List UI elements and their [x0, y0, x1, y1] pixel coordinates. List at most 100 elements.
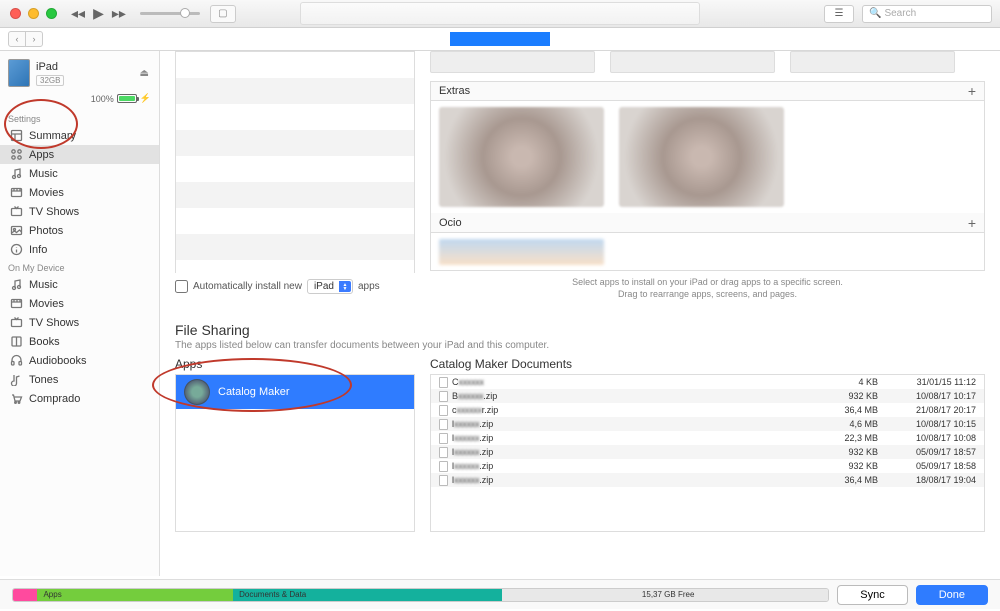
list-item[interactable] [176, 234, 414, 260]
sharing-app-item[interactable]: Catalog Maker [176, 375, 414, 409]
extras-thumb[interactable] [619, 107, 784, 207]
doc-filename: Bxxxxxx.zip [452, 391, 497, 401]
sidebar-item-music[interactable]: Music [0, 275, 159, 294]
rewind-icon[interactable]: ◂◂ [71, 5, 85, 22]
summary-icon [10, 129, 23, 142]
sidebar-item-photos[interactable]: Photos [0, 221, 159, 240]
device-name: iPad [36, 61, 64, 73]
sidebar-item-tones[interactable]: Tones [0, 370, 159, 389]
nav-forward-button[interactable]: › [25, 31, 43, 47]
books-icon [10, 335, 23, 348]
eject-icon[interactable]: ⏏ [140, 68, 149, 79]
doc-date: 10/08/17 10:15 [888, 419, 976, 429]
file-sharing-title: File Sharing [175, 322, 985, 338]
list-item[interactable] [176, 156, 414, 182]
home-screens-pane: Extras + Ocio + Select apps to install o… [430, 51, 985, 306]
extras-body [430, 101, 985, 213]
apps-striped-pane: Automatically install new iPad ▲▼ apps [175, 51, 415, 306]
documents-list: Cxxxxxx4 KB31/01/15 11:12Bxxxxxx.zip932 … [430, 374, 985, 532]
sidebar-item-tv-shows[interactable]: TV Shows [0, 202, 159, 221]
sidebar-item-audiobooks[interactable]: Audiobooks [0, 351, 159, 370]
list-item[interactable] [176, 260, 414, 274]
sharing-apps-list: Catalog Maker [175, 374, 415, 532]
main-content: Automatically install new iPad ▲▼ apps E… [160, 51, 1000, 576]
sidebar-item-label: Comprado [29, 393, 80, 405]
home-screen-thumb[interactable] [610, 51, 775, 73]
sidebar-item-tv-shows[interactable]: TV Shows [0, 313, 159, 332]
usage-seg-audio [13, 589, 37, 601]
apps-column-title: Apps [175, 357, 415, 371]
play-icon[interactable]: ▶ [93, 5, 104, 22]
sidebar-item-info[interactable]: Info [0, 240, 159, 259]
footer-bar: Apps Documents & Data 15,37 GB Free Sync… [0, 579, 1000, 609]
add-ocio-icon[interactable]: + [968, 215, 976, 231]
list-item[interactable] [176, 208, 414, 234]
sidebar-item-apps[interactable]: Apps [0, 145, 159, 164]
document-row[interactable]: lxxxxxx.zip932 KB05/09/17 18:57 [431, 445, 984, 459]
document-row[interactable]: cxxxxxxr.zip36,4 MB21/08/17 20:17 [431, 403, 984, 417]
sidebar-item-movies[interactable]: Movies [0, 183, 159, 202]
sidebar-onmydevice-list: Music MoviesTV Shows Books AudiobooksTones C… [0, 275, 159, 408]
list-item[interactable] [176, 182, 414, 208]
sidebar-item-label: Music [29, 279, 58, 291]
extras-header: Extras + [430, 81, 985, 101]
doc-size: 36,4 MB [813, 405, 888, 415]
center-tab-highlight[interactable] [450, 32, 550, 46]
sidebar-item-music[interactable]: Music [0, 164, 159, 183]
minimize-window-icon[interactable] [28, 8, 39, 19]
sidebar-item-label: Books [29, 336, 60, 348]
volume-slider[interactable] [140, 12, 200, 15]
sidebar-item-label: Music [29, 168, 58, 180]
done-button[interactable]: Done [916, 585, 988, 605]
sync-button[interactable]: Sync [837, 585, 907, 605]
close-window-icon[interactable] [10, 8, 21, 19]
doc-size: 4 KB [813, 377, 888, 387]
device-header[interactable]: iPad 32GB ⏏ [0, 55, 159, 91]
home-screen-thumb[interactable] [790, 51, 955, 73]
auto-install-checkbox[interactable] [175, 280, 188, 293]
auto-install-suffix: apps [358, 281, 380, 292]
sidebar-item-books[interactable]: Books [0, 332, 159, 351]
forward-icon[interactable]: ▸▸ [112, 5, 126, 22]
nav-back-button[interactable]: ‹ [8, 31, 26, 47]
doc-filename: lxxxxxx.zip [452, 433, 493, 443]
file-icon [439, 461, 448, 472]
list-item[interactable] [176, 78, 414, 104]
list-item[interactable] [176, 52, 414, 78]
document-row[interactable]: Cxxxxxx4 KB31/01/15 11:12 [431, 375, 984, 389]
volume-thumb-icon[interactable] [180, 8, 190, 18]
doc-filename: Cxxxxxx [452, 377, 484, 387]
document-row[interactable]: lxxxxxx.zip932 KB05/09/17 18:58 [431, 459, 984, 473]
document-row[interactable]: lxxxxxx.zip4,6 MB10/08/17 10:15 [431, 417, 984, 431]
comprado-icon [10, 392, 23, 405]
sidebar: iPad 32GB ⏏ 100% ⚡ Settings SummaryAppsM… [0, 51, 160, 576]
now-playing-lcd [300, 2, 700, 25]
ipad-icon [8, 59, 30, 87]
ocio-thumb[interactable] [439, 239, 604, 265]
battery-status: 100% ⚡ [0, 91, 159, 110]
document-row[interactable]: lxxxxxx.zip36,4 MB18/08/17 19:04 [431, 473, 984, 487]
sidebar-item-summary[interactable]: Summary [0, 126, 159, 145]
ocio-body [430, 233, 985, 271]
extras-thumb[interactable] [439, 107, 604, 207]
home-screen-thumb[interactable] [430, 51, 595, 73]
doc-date: 05/09/17 18:57 [888, 447, 976, 457]
file-icon [439, 405, 448, 416]
zoom-window-icon[interactable] [46, 8, 57, 19]
ocio-label: Ocio [439, 217, 462, 229]
list-item[interactable] [176, 104, 414, 130]
sidebar-item-comprado[interactable]: Comprado [0, 389, 159, 408]
sidebar-item-movies[interactable]: Movies [0, 294, 159, 313]
add-extras-icon[interactable]: + [968, 83, 976, 99]
document-row[interactable]: Bxxxxxx.zip932 KB10/08/17 10:17 [431, 389, 984, 403]
list-view-button[interactable]: ☰ [824, 5, 854, 23]
doc-size: 22,3 MB [813, 433, 888, 443]
doc-date: 10/08/17 10:17 [888, 391, 976, 401]
auto-install-target-select[interactable]: iPad ▲▼ [307, 279, 353, 294]
list-item[interactable] [176, 130, 414, 156]
document-row[interactable]: lxxxxxx.zip 22,3 MB10/08/17 10:08 [431, 431, 984, 445]
airplay-button[interactable]: ▢ [210, 5, 236, 23]
search-input[interactable]: 🔍 Search [862, 5, 992, 23]
doc-date: 10/08/17 10:08 [888, 433, 976, 443]
sidebar-onmydevice-head: On My Device [0, 259, 159, 275]
